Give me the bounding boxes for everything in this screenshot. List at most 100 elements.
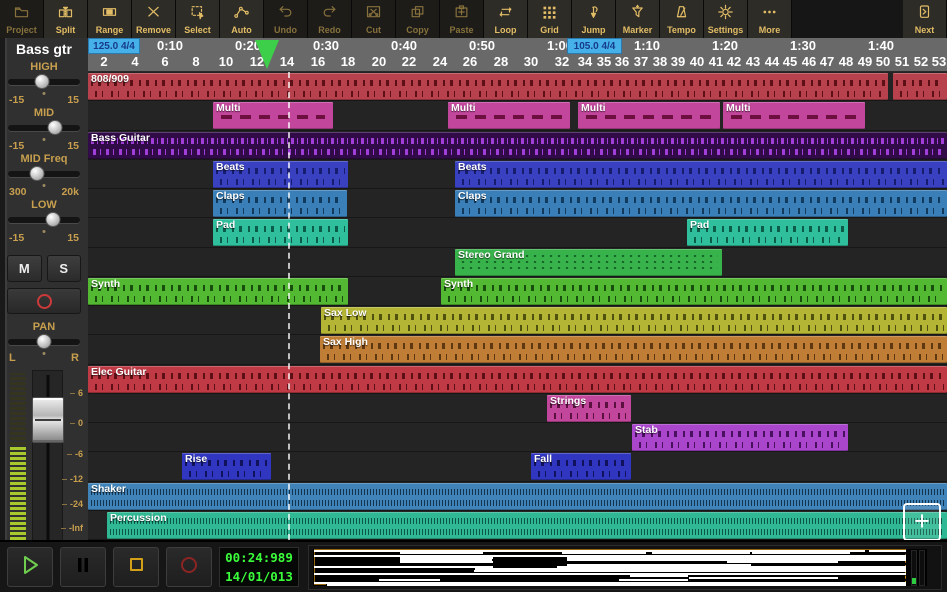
undo-button[interactable]: Undo bbox=[264, 0, 308, 38]
bar-number-label: 49 bbox=[858, 54, 872, 69]
tempo-signature-marker[interactable]: 125.0 4/4 bbox=[88, 38, 140, 54]
copy-button[interactable]: Copy bbox=[396, 0, 440, 38]
jump-button[interactable]: Jump bbox=[572, 0, 616, 38]
grid-button[interactable]: Grid bbox=[528, 0, 572, 38]
auto-button[interactable]: Auto bbox=[220, 0, 264, 38]
add-track-button[interactable]: + bbox=[903, 503, 941, 540]
tempo-signature-marker[interactable]: 105.0 4/4 bbox=[567, 38, 622, 54]
clip-elec-guitar[interactable]: Elec Guitar bbox=[88, 366, 947, 393]
bar-number-label: 26 bbox=[463, 54, 477, 69]
slider-knob[interactable] bbox=[47, 120, 62, 135]
clip-sax-high[interactable]: Sax High bbox=[320, 336, 947, 363]
range-button[interactable]: Range bbox=[88, 0, 132, 38]
playback-start-marker[interactable] bbox=[255, 40, 279, 69]
bar-number-label: 18 bbox=[341, 54, 355, 69]
toolbar-button-label: Redo bbox=[318, 26, 341, 35]
time-value: 00:24:989 bbox=[220, 548, 298, 567]
clip-percussion[interactable]: Percussion bbox=[107, 512, 947, 539]
next-button[interactable]: Next bbox=[903, 0, 947, 38]
clip-rise[interactable]: Rise bbox=[182, 453, 271, 480]
time-display: 00:24:989 14/01/013 bbox=[219, 547, 299, 587]
clip-name-label: Stab bbox=[635, 424, 658, 436]
loop-icon bbox=[496, 4, 515, 25]
eq-slider-low[interactable] bbox=[8, 212, 80, 229]
timeline-ruler[interactable]: 0:100:200:300:400:501:001:101:201:301:40… bbox=[88, 38, 947, 72]
bar-number-label: 2 bbox=[100, 54, 107, 69]
remove-button[interactable]: Remove bbox=[132, 0, 176, 38]
eq-slider-mid[interactable] bbox=[8, 120, 80, 137]
eq-minmax-labels: -1515 bbox=[9, 94, 79, 106]
clip-808-909[interactable]: 808/909 bbox=[88, 73, 888, 100]
play-button[interactable] bbox=[7, 547, 53, 587]
clip-claps[interactable]: Claps bbox=[213, 190, 347, 217]
slider-track bbox=[8, 217, 80, 223]
slider-knob[interactable] bbox=[29, 166, 44, 181]
clip-stab[interactable]: Stab bbox=[632, 424, 848, 451]
pan-knob[interactable] bbox=[37, 334, 52, 349]
clip-fall[interactable]: Fall bbox=[531, 453, 631, 480]
bar-number-label: 43 bbox=[746, 54, 760, 69]
clip-synth[interactable]: Synth bbox=[88, 278, 348, 305]
clip-multi[interactable]: Multi bbox=[448, 102, 570, 129]
clip-shaker[interactable]: Shaker bbox=[88, 483, 947, 510]
clip-strings[interactable]: Strings bbox=[547, 395, 631, 422]
volume-fader[interactable] bbox=[32, 370, 63, 540]
clip-name-label: Multi bbox=[581, 102, 606, 114]
cut-button[interactable]: Cut bbox=[352, 0, 396, 38]
pan-slider[interactable] bbox=[8, 334, 80, 351]
slider-knob[interactable] bbox=[45, 212, 60, 227]
clip-pad[interactable]: Pad bbox=[213, 219, 348, 246]
clip-name-label: Beats bbox=[458, 161, 487, 173]
clip-pad[interactable]: Pad bbox=[687, 219, 848, 246]
select-icon bbox=[188, 4, 207, 25]
marker-button[interactable]: Marker bbox=[616, 0, 660, 38]
arrange-area[interactable]: 808/909MultiMultiMultiMultiBass GuitarBe… bbox=[88, 72, 947, 540]
fader-scale: 60-6-12-24-Inf bbox=[63, 370, 86, 540]
clip-beats[interactable]: Beats bbox=[455, 161, 947, 188]
bar-number-label: 32 bbox=[555, 54, 569, 69]
clip-multi[interactable]: Multi bbox=[723, 102, 865, 129]
split-button[interactable]: Split bbox=[44, 0, 88, 38]
mute-button[interactable]: M bbox=[7, 255, 42, 282]
clip-stereo-grand[interactable]: Stereo Grand bbox=[455, 249, 722, 276]
paste-button[interactable]: Paste bbox=[440, 0, 484, 38]
record-button[interactable] bbox=[166, 547, 212, 587]
clip-beats[interactable]: Beats bbox=[213, 161, 348, 188]
more-button[interactable]: More bbox=[748, 0, 792, 38]
eq-slider-high[interactable] bbox=[8, 74, 80, 91]
project-button[interactable]: Project bbox=[0, 0, 44, 38]
pause-button[interactable] bbox=[60, 547, 106, 587]
select-button[interactable]: Select bbox=[176, 0, 220, 38]
clip-sax-low[interactable]: Sax Low bbox=[321, 307, 947, 334]
record-icon bbox=[177, 553, 201, 582]
bar-number-label: 20 bbox=[372, 54, 386, 69]
redo-button[interactable]: Redo bbox=[308, 0, 352, 38]
clip-claps[interactable]: Claps bbox=[455, 190, 947, 217]
eq-max-label: 20k bbox=[61, 186, 79, 198]
slider-knob[interactable] bbox=[34, 74, 49, 89]
fader-cap[interactable] bbox=[32, 397, 64, 443]
clip-808-909[interactable] bbox=[893, 73, 947, 100]
overview-canvas[interactable] bbox=[313, 549, 927, 586]
clip-multi[interactable]: Multi bbox=[213, 102, 333, 129]
solo-button[interactable]: S bbox=[47, 255, 82, 282]
bar-number-label: 34 bbox=[578, 54, 592, 69]
clip-name-label: Sax Low bbox=[324, 307, 367, 319]
tempo-button[interactable]: Tempo bbox=[660, 0, 704, 38]
clip-multi[interactable]: Multi bbox=[578, 102, 720, 129]
clip-synth[interactable]: Synth bbox=[441, 278, 947, 305]
stop-button[interactable] bbox=[113, 547, 159, 587]
clip-name-label: Shaker bbox=[91, 483, 126, 495]
settings-button[interactable]: Settings bbox=[704, 0, 748, 38]
eq-slider-mid-freq[interactable] bbox=[8, 166, 80, 183]
record-arm-button[interactable] bbox=[7, 288, 81, 314]
song-overview[interactable] bbox=[308, 545, 942, 590]
bar-number-label: 6 bbox=[161, 54, 168, 69]
loop-button[interactable]: Loop bbox=[484, 0, 528, 38]
bar-number-label: 50 bbox=[876, 54, 890, 69]
level-meter-and-fader: 60-6-12-24-Inf bbox=[10, 370, 86, 540]
bar-number-label: 36 bbox=[615, 54, 629, 69]
clip-bass-guitar[interactable]: Bass Guitar bbox=[88, 132, 947, 159]
eq-section: HIGH-1515MID-1515MID Freq30020kLOW-1515 bbox=[0, 61, 88, 244]
slider-center-dot bbox=[43, 230, 46, 233]
